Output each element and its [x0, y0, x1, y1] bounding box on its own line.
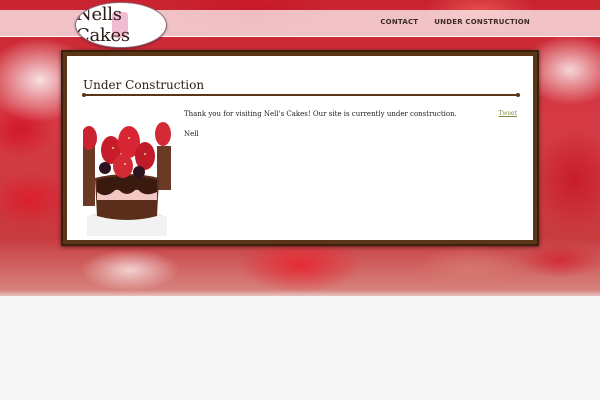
nav-item-under-construction[interactable]: UNDER CONSTRUCTION [434, 18, 530, 26]
signature-text: Nell [184, 130, 199, 138]
page-title: Under Construction [83, 78, 205, 92]
intro-text: Thank you for visiting Nell's Cakes! Our… [184, 110, 457, 118]
tweet-link[interactable]: Tweet [499, 110, 517, 117]
background-fade [0, 290, 600, 302]
title-divider [82, 93, 520, 97]
site-logo[interactable]: Nells Cakes [75, 2, 167, 48]
cake-photo [83, 108, 171, 236]
content-panel: Under Construction Thank you for visitin… [67, 56, 533, 240]
content-frame: Under Construction Thank you for visitin… [61, 50, 539, 246]
nav-item-contact[interactable]: CONTACT [380, 18, 418, 26]
logo-text: Nells Cakes [76, 4, 130, 46]
main-nav: CONTACT UNDER CONSTRUCTION [380, 18, 530, 26]
